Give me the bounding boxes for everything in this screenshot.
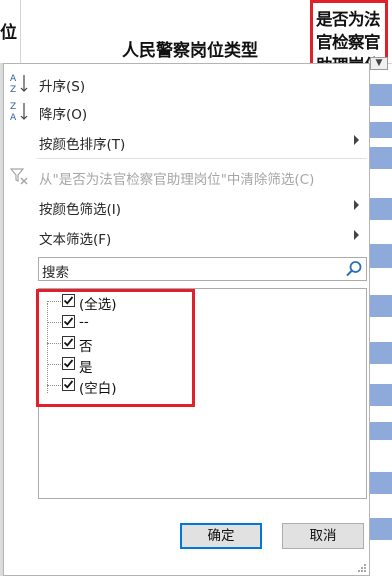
column-header-partial[interactable]: 位 bbox=[0, 18, 17, 43]
tree-connector bbox=[47, 364, 63, 365]
item-label: (空白) bbox=[79, 381, 117, 397]
filter-dropdown-button[interactable]: ▼ bbox=[370, 57, 388, 70]
search-input[interactable]: 搜索 bbox=[38, 257, 367, 281]
svg-text:A: A bbox=[10, 74, 17, 84]
list-item[interactable]: (空白) bbox=[39, 375, 339, 397]
list-item[interactable]: (全选) bbox=[39, 291, 339, 313]
clear-filter-icon bbox=[9, 168, 28, 185]
column-header-police-post-type[interactable]: 人民警察岗位类型 bbox=[70, 36, 310, 61]
resize-grip-icon[interactable] bbox=[357, 563, 367, 573]
menu-separator bbox=[37, 158, 367, 159]
autofilter-panel: A Z 升序(S) Z A 降序(O) 按颜色排序(T) 从"是否为法官检察官助… bbox=[3, 63, 370, 576]
column-cells bbox=[370, 70, 392, 576]
menu-label: 文本筛选(F) bbox=[39, 232, 112, 248]
menu-label: 降序(O) bbox=[39, 107, 88, 123]
list-item[interactable]: 否 bbox=[39, 333, 339, 355]
search-icon[interactable] bbox=[344, 259, 364, 279]
submenu-arrow-icon bbox=[354, 135, 359, 145]
search-placeholder: 搜索 bbox=[42, 265, 69, 281]
tree-connector bbox=[47, 343, 63, 344]
svg-text:Z: Z bbox=[10, 102, 16, 112]
column-divider bbox=[20, 0, 21, 63]
menu-label: 按颜色筛选(I) bbox=[39, 202, 122, 218]
menu-sort-descending[interactable]: Z A 降序(O) bbox=[4, 97, 369, 125]
column-header-line: 是否为法 bbox=[316, 10, 381, 29]
menu-label: 从"是否为法官检察官助理岗位"中清除筛选(C) bbox=[39, 172, 315, 188]
menu-sort-by-color[interactable]: 按颜色排序(T) bbox=[4, 127, 369, 155]
select-all-checkbox[interactable] bbox=[62, 294, 75, 307]
item-label: (全选) bbox=[79, 297, 117, 313]
item-label: 否 bbox=[79, 339, 93, 355]
item-checkbox[interactable] bbox=[62, 357, 75, 370]
tree-connector bbox=[47, 385, 63, 386]
menu-label: 按颜色排序(T) bbox=[39, 137, 126, 153]
item-label: 是 bbox=[79, 360, 93, 376]
menu-clear-filter[interactable]: 从"是否为法官检察官助理岗位"中清除筛选(C) bbox=[4, 162, 369, 190]
svg-text:Z: Z bbox=[10, 85, 16, 94]
tree-connector bbox=[47, 301, 63, 302]
sort-descending-icon: Z A bbox=[10, 102, 28, 122]
menu-filter-by-color[interactable]: 按颜色筛选(I) bbox=[4, 192, 369, 220]
svg-text:A: A bbox=[10, 113, 17, 122]
menu-sort-ascending[interactable]: A Z 升序(S) bbox=[4, 69, 369, 97]
submenu-arrow-icon bbox=[354, 230, 359, 240]
submenu-arrow-icon bbox=[354, 200, 359, 210]
list-item[interactable]: 是 bbox=[39, 354, 339, 376]
sort-ascending-icon: A Z bbox=[10, 74, 28, 94]
sheet-header-row: 位 人民警察岗位类型 是否为法 官检察官 助理岗位 bbox=[0, 0, 392, 64]
column-header-line: 官检察官 bbox=[316, 33, 381, 52]
tree-connector bbox=[47, 322, 63, 323]
column-header-judge-assistant[interactable]: 是否为法 官检察官 助理岗位 bbox=[310, 0, 392, 63]
filter-value-list[interactable]: (全选) -- 否 是 (空白) bbox=[38, 288, 367, 499]
menu-label: 升序(S) bbox=[39, 79, 86, 95]
cancel-button[interactable]: 取消 bbox=[282, 523, 364, 549]
item-checkbox[interactable] bbox=[62, 336, 75, 349]
ok-button[interactable]: 确定 bbox=[180, 523, 262, 549]
item-checkbox[interactable] bbox=[62, 315, 75, 328]
item-label: -- bbox=[79, 314, 89, 330]
item-checkbox[interactable] bbox=[62, 378, 75, 391]
menu-text-filter[interactable]: 文本筛选(F) bbox=[4, 222, 369, 250]
list-item[interactable]: -- bbox=[39, 312, 339, 333]
